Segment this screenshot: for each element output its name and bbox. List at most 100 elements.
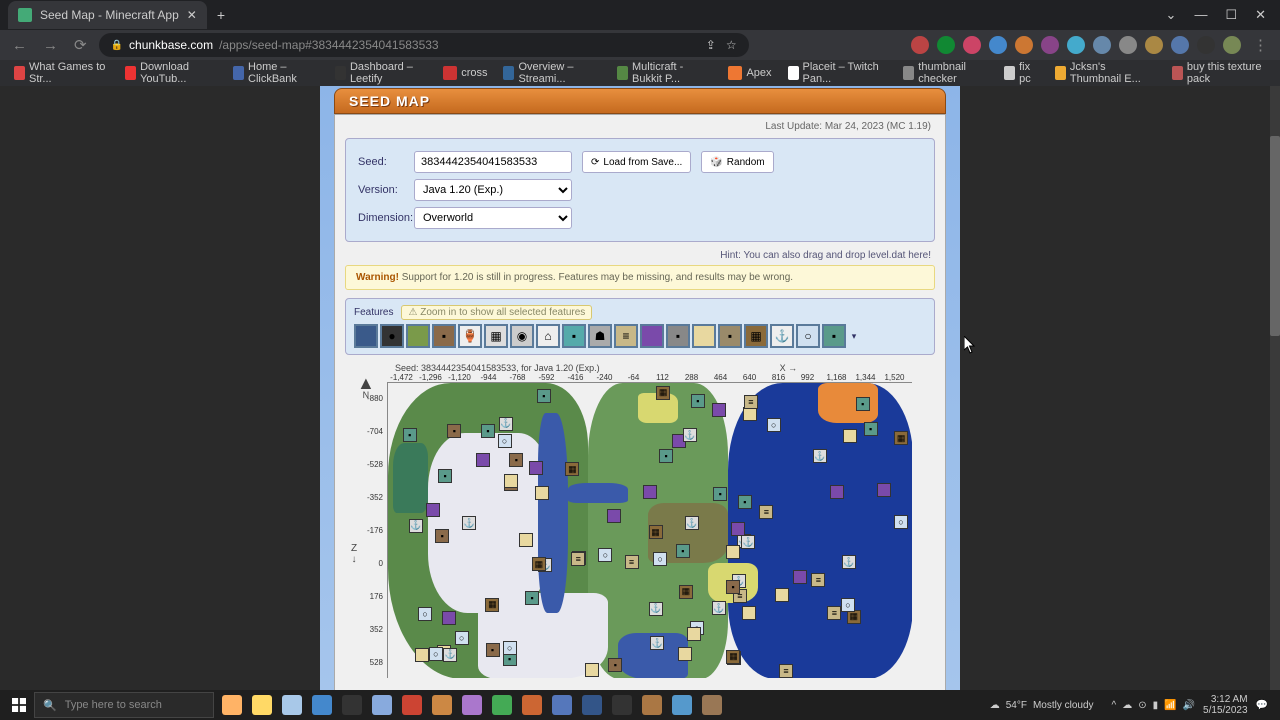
feature-toggle-icon[interactable]: ▪ bbox=[718, 324, 742, 348]
map-marker[interactable]: ⚓ bbox=[685, 516, 699, 530]
map-marker[interactable] bbox=[519, 533, 533, 547]
map-marker[interactable] bbox=[687, 627, 701, 641]
bookmark-item[interactable]: Home – ClickBank bbox=[227, 59, 325, 87]
map-marker[interactable]: ≡ bbox=[759, 505, 773, 519]
minimize-button[interactable]: — bbox=[1194, 7, 1207, 23]
taskbar-search[interactable]: 🔍 Type here to search bbox=[34, 692, 214, 718]
map-marker[interactable]: ▪ bbox=[713, 487, 727, 501]
feature-toggle-icon[interactable]: ▪ bbox=[666, 324, 690, 348]
map-marker[interactable] bbox=[830, 485, 844, 499]
feature-toggle-icon[interactable]: ● bbox=[380, 324, 404, 348]
tray-onedrive-icon[interactable]: ☁ bbox=[1122, 700, 1132, 711]
taskbar-app-icon[interactable] bbox=[398, 692, 426, 718]
map-canvas[interactable]: ▦⚓⚓○⚓▪○≡▪○≡⚓▦≡⚓○▦⚓▪▪⚓≡≡⚓▪▪⚓▦▪⚓▪≡▪▪○▪⚓○▪▪… bbox=[387, 382, 912, 678]
feature-toggle-icon[interactable] bbox=[354, 324, 378, 348]
bookmark-item[interactable]: Download YouTub... bbox=[119, 59, 223, 87]
nav-reload-button[interactable]: ⟳ bbox=[70, 36, 91, 54]
feature-toggle-icon[interactable] bbox=[406, 324, 430, 348]
map-marker[interactable]: ○ bbox=[498, 434, 512, 448]
map-marker[interactable]: ▪ bbox=[608, 658, 622, 672]
extension-icon[interactable] bbox=[911, 36, 929, 54]
bookmark-item[interactable]: Placeit – Twitch Pan... bbox=[782, 59, 894, 87]
bookmark-item[interactable]: Dashboard – Leetify bbox=[329, 59, 433, 87]
map-marker[interactable] bbox=[442, 611, 456, 625]
feature-toggle-icon[interactable]: ☗ bbox=[588, 324, 612, 348]
tray-expand-icon[interactable]: ^ bbox=[1112, 700, 1117, 711]
taskbar-app-icon[interactable] bbox=[308, 692, 336, 718]
map-marker[interactable]: ▪ bbox=[864, 422, 878, 436]
map-marker[interactable] bbox=[607, 509, 621, 523]
map-marker[interactable] bbox=[529, 461, 543, 475]
taskbar-app-icon[interactable] bbox=[488, 692, 516, 718]
map-marker[interactable] bbox=[793, 570, 807, 584]
map-marker[interactable]: ▦ bbox=[532, 557, 546, 571]
map-marker[interactable] bbox=[643, 485, 657, 499]
map-marker[interactable]: ⚓ bbox=[499, 417, 513, 431]
start-button[interactable] bbox=[4, 692, 34, 718]
map-marker[interactable]: ▪ bbox=[447, 424, 461, 438]
map-marker[interactable]: ▪ bbox=[481, 424, 495, 438]
map-marker[interactable] bbox=[775, 588, 789, 602]
weather-widget[interactable]: ☁ 54°F Mostly cloudy bbox=[990, 700, 1094, 711]
bookmark-item[interactable]: cross bbox=[437, 64, 493, 82]
taskbar-app-icon[interactable] bbox=[368, 692, 396, 718]
map-marker[interactable] bbox=[585, 663, 599, 677]
nav-forward-button[interactable]: → bbox=[39, 37, 62, 54]
extension-icon[interactable] bbox=[989, 36, 1007, 54]
taskbar-app-icon[interactable] bbox=[248, 692, 276, 718]
browser-menu-button[interactable]: ⋮ bbox=[1249, 36, 1272, 54]
taskbar-app-icon[interactable] bbox=[458, 692, 486, 718]
extension-icon[interactable] bbox=[963, 36, 981, 54]
caret-down-icon[interactable]: ⌄ bbox=[1166, 7, 1177, 23]
extension-icon[interactable] bbox=[1197, 36, 1215, 54]
map-marker[interactable]: ▪ bbox=[856, 397, 870, 411]
feature-toggle-icon[interactable]: ≡ bbox=[614, 324, 638, 348]
map-marker[interactable]: ▪ bbox=[659, 449, 673, 463]
map-marker[interactable]: ○ bbox=[653, 552, 667, 566]
map-marker[interactable]: ⚓ bbox=[712, 601, 726, 615]
map-marker[interactable]: ⚓ bbox=[649, 602, 663, 616]
map-marker[interactable]: ▦ bbox=[649, 525, 663, 539]
map-marker[interactable]: ▦ bbox=[726, 650, 740, 664]
feature-toggle-icon[interactable] bbox=[640, 324, 664, 348]
feature-toggle-icon[interactable]: ▦ bbox=[484, 324, 508, 348]
extension-icon[interactable] bbox=[1171, 36, 1189, 54]
feature-toggle-icon[interactable]: ⌂ bbox=[536, 324, 560, 348]
map-marker[interactable]: ○ bbox=[767, 418, 781, 432]
scroll-thumb[interactable] bbox=[1270, 136, 1280, 336]
extension-icon[interactable] bbox=[1119, 36, 1137, 54]
bookmark-item[interactable]: Overview – Streami... bbox=[497, 59, 607, 87]
version-select[interactable]: Java 1.20 (Exp.) bbox=[414, 179, 572, 201]
clock[interactable]: 3:12 AM 5/15/2023 bbox=[1203, 694, 1248, 716]
map-marker[interactable]: ≡ bbox=[625, 555, 639, 569]
map-marker[interactable] bbox=[504, 474, 518, 488]
map-marker[interactable]: ⚓ bbox=[842, 555, 856, 569]
tab-close-icon[interactable]: ✕ bbox=[187, 8, 197, 22]
bookmark-item[interactable]: Jcksn's Thumbnail E... bbox=[1049, 59, 1162, 87]
taskbar-app-icon[interactable] bbox=[278, 692, 306, 718]
map-marker[interactable]: ▪ bbox=[676, 544, 690, 558]
map-marker[interactable]: ○ bbox=[503, 641, 517, 655]
map-marker[interactable]: ≡ bbox=[827, 606, 841, 620]
tray-battery-icon[interactable]: ▮ bbox=[1153, 700, 1159, 711]
extension-icon[interactable] bbox=[1015, 36, 1033, 54]
map-marker[interactable]: ○ bbox=[455, 631, 469, 645]
map-marker[interactable] bbox=[743, 407, 757, 421]
dimension-select[interactable]: Overworld bbox=[414, 207, 572, 229]
map-marker[interactable]: ○ bbox=[841, 598, 855, 612]
map-marker[interactable] bbox=[415, 648, 429, 662]
map-marker[interactable] bbox=[678, 647, 692, 661]
feature-toggle-icon[interactable]: 🏺 bbox=[458, 324, 482, 348]
feature-toggle-icon[interactable] bbox=[692, 324, 716, 348]
map-marker[interactable] bbox=[535, 486, 549, 500]
map-marker[interactable]: ▦ bbox=[894, 431, 908, 445]
map-marker[interactable] bbox=[877, 483, 891, 497]
map-marker[interactable]: ≡ bbox=[571, 552, 585, 566]
tray-volume-icon[interactable]: 🔊 bbox=[1183, 700, 1195, 711]
share-icon[interactable]: ⇪ bbox=[706, 38, 716, 52]
bookmark-item[interactable]: fix pc bbox=[998, 59, 1045, 87]
map-marker[interactable] bbox=[742, 606, 756, 620]
taskbar-app-icon[interactable] bbox=[548, 692, 576, 718]
map-marker[interactable]: ▪ bbox=[403, 428, 417, 442]
map-marker[interactable]: ▪ bbox=[726, 580, 740, 594]
